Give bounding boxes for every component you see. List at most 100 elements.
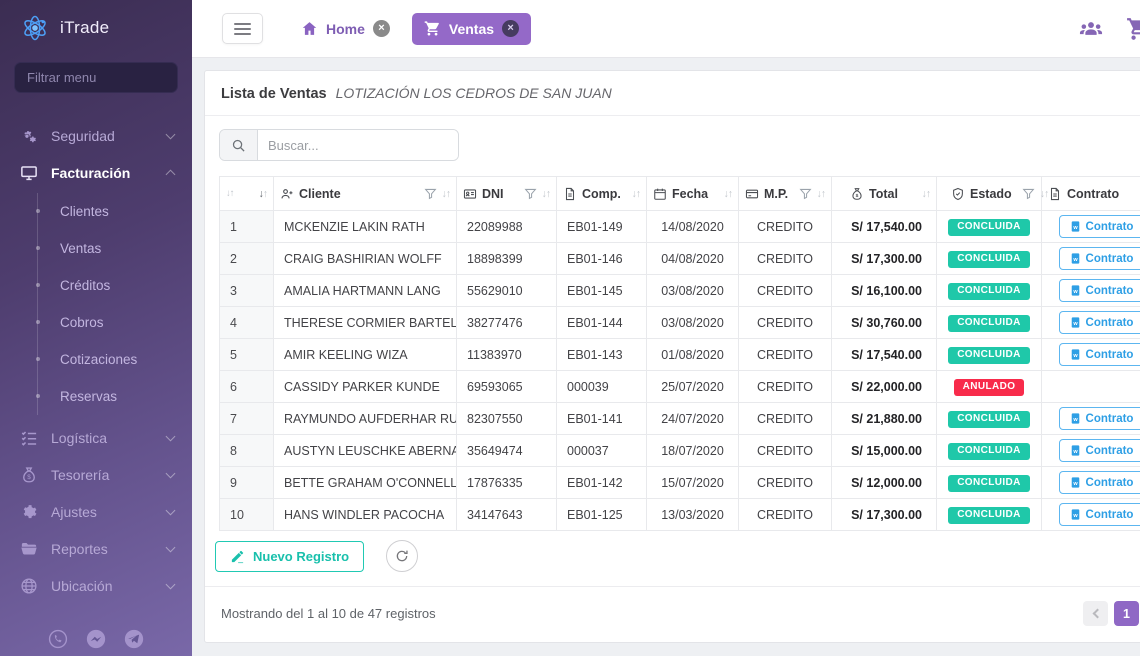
sidebar-item-label: Logística (51, 430, 154, 446)
cell-comp: EB01-143 (557, 339, 647, 371)
hamburger-menu-button[interactable] (222, 13, 263, 44)
cart-icon[interactable] (1126, 16, 1140, 42)
cell-comp: EB01-141 (557, 403, 647, 435)
contract-button[interactable]: wContrato (1059, 279, 1140, 302)
sales-table-wrap: ↓↑↓↑ Cliente ↓↑ (205, 173, 1140, 531)
svg-text:w: w (1072, 513, 1078, 519)
refresh-button[interactable] (386, 540, 418, 572)
messenger-icon[interactable] (85, 628, 107, 650)
column-mp: M.P. ↓↑ (739, 177, 832, 211)
cell-total: S/ 22,000.00 (832, 371, 937, 403)
cell-estado: CONCLUIDA (937, 275, 1042, 307)
whatsapp-icon[interactable] (47, 628, 69, 650)
sort-icon[interactable]: ↓↑ (259, 188, 268, 200)
sort-icon[interactable]: ↓↑ (632, 188, 641, 200)
cell-total: S/ 16,100.00 (832, 275, 937, 307)
open-tabs: Home × Ventas × (289, 13, 531, 45)
new-record-button[interactable]: Nuevo Registro (215, 541, 364, 572)
close-tab-icon[interactable]: × (502, 20, 519, 37)
close-tab-icon[interactable]: × (373, 20, 390, 37)
cell-mp: CREDITO (739, 211, 832, 243)
contract-button-label: Contrato (1086, 221, 1134, 233)
column-label: Comp. (582, 187, 621, 201)
word-doc-icon: w (1070, 316, 1081, 329)
edit-pencil-icon (230, 549, 245, 564)
sidebar-item-facturacion[interactable]: Facturación (0, 154, 192, 191)
search-input[interactable] (258, 130, 458, 160)
sort-icon[interactable]: ↓↑ (542, 188, 551, 200)
contract-button[interactable]: wContrato (1059, 439, 1140, 462)
sidebar-item-seguridad[interactable]: Seguridad (0, 117, 192, 154)
filter-funnel-icon[interactable] (1022, 187, 1035, 200)
sort-icon[interactable]: ↓↑ (817, 188, 826, 200)
cell-comp: EB01-125 (557, 499, 647, 531)
column-estado: Estado ↓↑ (937, 177, 1042, 211)
submenu-item-ventas[interactable]: Ventas (38, 230, 192, 267)
cell-total: S/ 30,760.00 (832, 307, 937, 339)
sidebar-item-ubicacion[interactable]: Ubicación (0, 567, 192, 604)
users-group-icon[interactable] (1078, 16, 1104, 42)
sort-icon[interactable]: ↓↑ (226, 188, 234, 199)
filter-funnel-icon[interactable] (524, 187, 537, 200)
sort-icon[interactable]: ↓↑ (724, 188, 733, 200)
document-icon (563, 187, 577, 201)
svg-text:w: w (1072, 257, 1078, 263)
submenu-item-cotizaciones[interactable]: Cotizaciones (38, 341, 192, 378)
cell-contrato: wContrato (1042, 403, 1140, 435)
tab-ventas[interactable]: Ventas × (412, 13, 531, 45)
pagination-prev-button[interactable] (1083, 601, 1108, 626)
contract-button[interactable]: wContrato (1059, 503, 1140, 526)
word-doc-icon: w (1070, 508, 1081, 521)
sidebar-item-label: Seguridad (51, 128, 154, 144)
sidebar-item-ajustes[interactable]: Ajustes (0, 493, 192, 530)
num: 2 (220, 243, 274, 275)
word-doc-icon: w (1070, 348, 1081, 361)
sidebar-item-reportes[interactable]: Reportes (0, 530, 192, 567)
contract-button[interactable]: wContrato (1059, 407, 1140, 430)
cell-fecha: 03/08/2020 (647, 307, 739, 339)
sort-icon[interactable]: ↓↑ (442, 188, 451, 200)
cell-comp: 000039 (557, 371, 647, 403)
chevron-down-icon (166, 468, 176, 478)
submenu-item-creditos[interactable]: Créditos (38, 267, 192, 304)
cell-comp: EB01-149 (557, 211, 647, 243)
tab-home[interactable]: Home × (289, 13, 402, 45)
cell-fecha: 04/08/2020 (647, 243, 739, 275)
cell-fecha: 13/03/2020 (647, 499, 739, 531)
cell-contrato: wContrato (1042, 307, 1140, 339)
main-area: Home × Ventas × (192, 0, 1140, 656)
submenu-item-clientes[interactable]: Clientes (38, 193, 192, 230)
sort-icon[interactable]: ↓↑ (922, 188, 931, 200)
menu-filter-input[interactable] (14, 62, 178, 93)
sidebar-item-tesoreria[interactable]: $ Tesorería (0, 456, 192, 493)
status-badge: CONCLUIDA (948, 251, 1030, 268)
app-root: iTrade Seguridad Facturación Clien (0, 0, 1140, 656)
filter-funnel-icon[interactable] (799, 187, 812, 200)
cell-estado: CONCLUIDA (937, 467, 1042, 499)
contract-button[interactable]: wContrato (1059, 311, 1140, 334)
contract-button[interactable]: wContrato (1059, 343, 1140, 366)
cell-dni: 82307550 (457, 403, 557, 435)
cell-total: S/ 15,000.00 (832, 435, 937, 467)
contract-button[interactable]: w Contrato (1059, 215, 1140, 238)
status-badge: CONCLUIDA (948, 507, 1030, 524)
pagination-page-1[interactable]: 1 (1114, 601, 1139, 626)
word-doc-icon: w (1070, 220, 1081, 233)
table-row: 5AMIR KEELING WIZA11383970EB01-14301/08/… (220, 339, 1140, 371)
contract-button[interactable]: wContrato (1059, 247, 1140, 270)
submenu-item-reservas[interactable]: Reservas (38, 378, 192, 415)
cell-contrato: wContrato (1042, 467, 1140, 499)
table-row: 10HANS WINDLER PACOCHA34147643EB01-12513… (220, 499, 1140, 531)
sidebar-item-logistica[interactable]: Logística (0, 419, 192, 456)
submenu-item-cobros[interactable]: Cobros (38, 304, 192, 341)
cell-dni: 17876335 (457, 467, 557, 499)
cell-mp: CREDITO (739, 499, 832, 531)
sort-icon[interactable]: ↓↑ (1040, 188, 1049, 200)
telegram-icon[interactable] (123, 628, 145, 650)
cell-estado: CONCLUIDA (937, 243, 1042, 275)
cell-estado: CONCLUIDA (937, 403, 1042, 435)
status-badge: CONCLUIDA (948, 443, 1030, 460)
contract-button[interactable]: wContrato (1059, 471, 1140, 494)
filter-funnel-icon[interactable] (424, 187, 437, 200)
status-badge: ANULADO (954, 379, 1025, 396)
